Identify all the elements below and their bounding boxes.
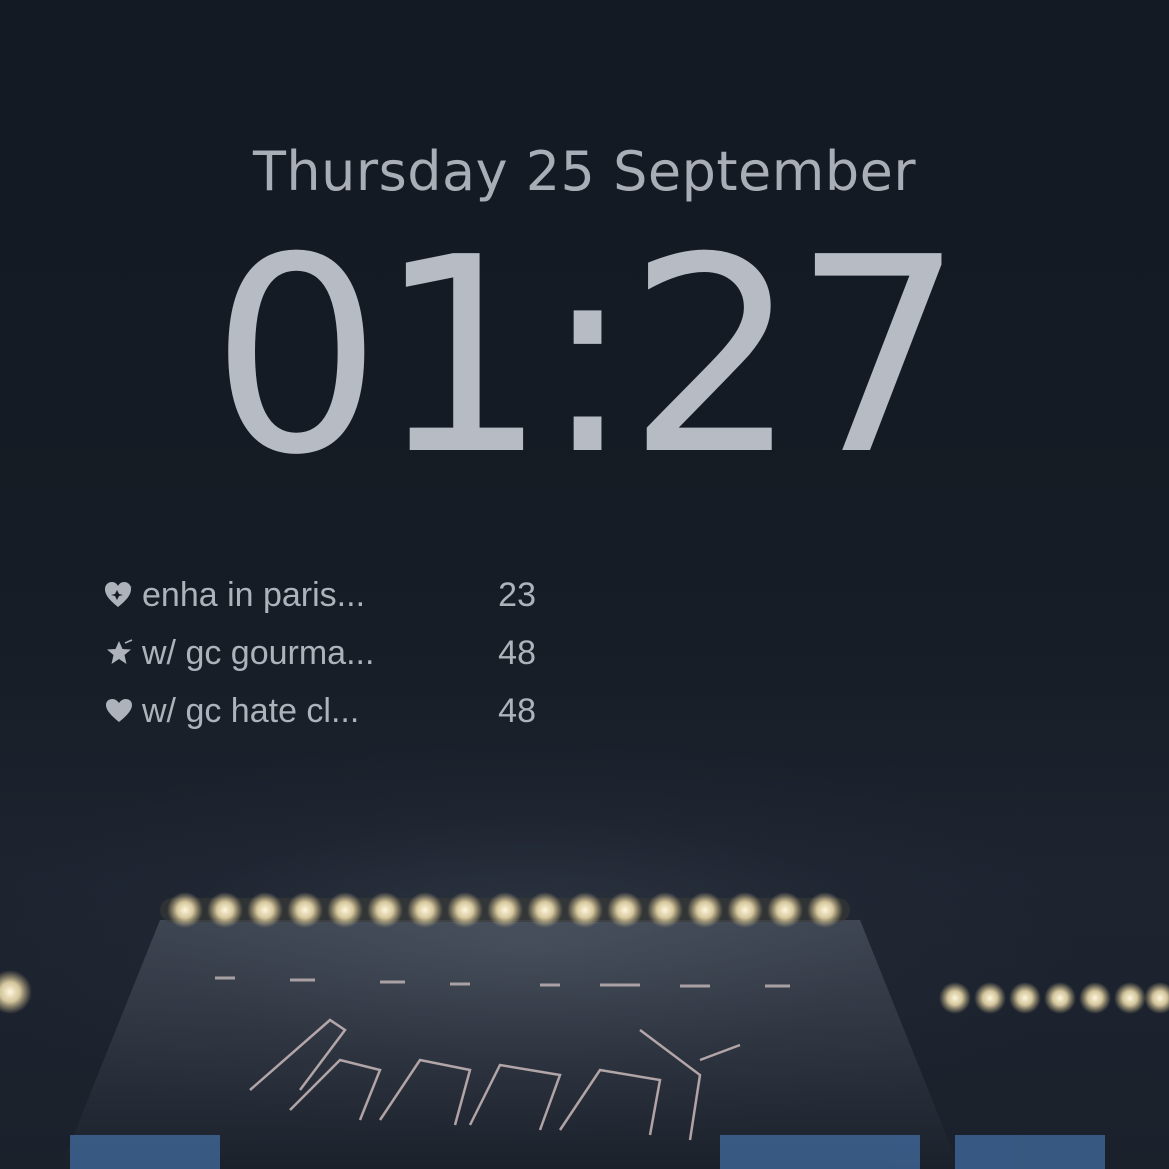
widget-row-count: 48 <box>498 633 536 672</box>
widget-row-count: 23 <box>498 575 536 614</box>
widget-row[interactable]: w/ gc gourma... 48 <box>104 624 544 682</box>
widget-row-label: w/ gc gourma... <box>142 633 375 672</box>
concert-stage-wallpaper <box>0 892 1169 1169</box>
widget-row[interactable]: enha in paris... 23 <box>104 566 544 624</box>
lock-screen: Thursday 25 September 01:27 enha in pari… <box>0 0 1169 1169</box>
heart-sparkle-icon <box>104 580 142 610</box>
widget-row-label: enha in paris... <box>142 575 366 614</box>
widget-row[interactable]: w/ gc hate cl... 48 <box>104 682 544 740</box>
countdown-widget[interactable]: enha in paris... 23 w/ gc gourma... 48 w… <box>104 566 544 740</box>
widget-row-label: w/ gc hate cl... <box>142 691 360 730</box>
shooting-star-icon <box>104 638 142 668</box>
widget-row-count: 48 <box>498 691 536 730</box>
lockscreen-clock: 01:27 <box>210 199 964 514</box>
lockscreen-date: Thursday 25 September <box>252 140 917 203</box>
heart-icon <box>104 696 142 726</box>
